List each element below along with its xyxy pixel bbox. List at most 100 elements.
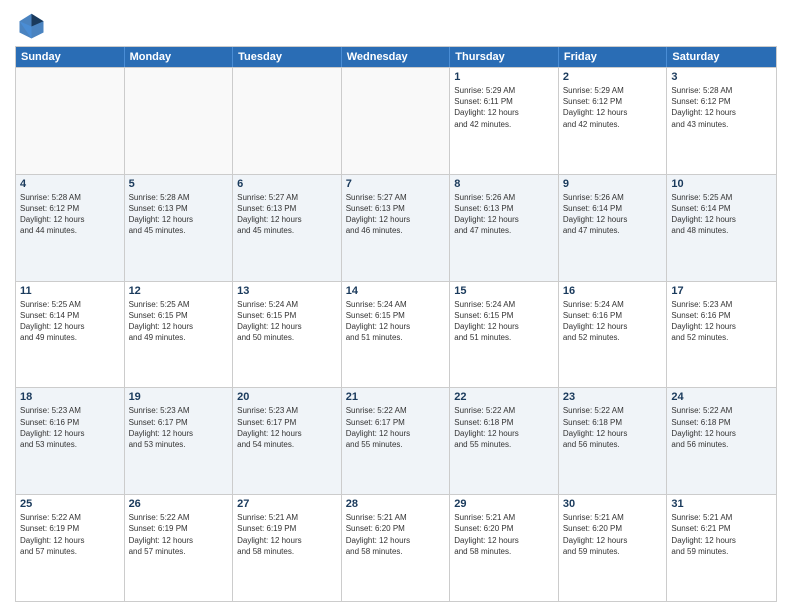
day-number: 15 [454, 285, 554, 297]
day-info: Sunrise: 5:21 AM Sunset: 6:20 PM Dayligh… [563, 512, 663, 557]
day-number: 21 [346, 391, 446, 403]
day-cell-3: 3 Sunrise: 5:28 AM Sunset: 6:12 PM Daylig… [667, 68, 776, 174]
day-info: Sunrise: 5:25 AM Sunset: 6:14 PM Dayligh… [20, 299, 120, 344]
day-info: Sunrise: 5:22 AM Sunset: 6:18 PM Dayligh… [563, 405, 663, 450]
calendar-body: 1 Sunrise: 5:29 AM Sunset: 6:11 PM Daylig… [16, 67, 776, 601]
day-header-wednesday: Wednesday [342, 47, 451, 67]
header [15, 10, 777, 40]
week-row-1: 4 Sunrise: 5:28 AM Sunset: 6:12 PM Daylig… [16, 174, 776, 281]
day-cell-28: 28 Sunrise: 5:21 AM Sunset: 6:20 PM Dayli… [342, 495, 451, 601]
page: SundayMondayTuesdayWednesdayThursdayFrid… [0, 0, 792, 612]
day-header-friday: Friday [559, 47, 668, 67]
day-info: Sunrise: 5:23 AM Sunset: 6:16 PM Dayligh… [20, 405, 120, 450]
day-info: Sunrise: 5:22 AM Sunset: 6:18 PM Dayligh… [671, 405, 772, 450]
day-cell-22: 22Sunrise: 5:22 AM Sunset: 6:18 PM Dayli… [450, 388, 559, 494]
day-info: Sunrise: 5:24 AM Sunset: 6:15 PM Dayligh… [237, 299, 337, 344]
empty-day-cell [233, 68, 342, 174]
day-number: 9 [563, 178, 663, 190]
day-number: 6 [237, 178, 337, 190]
day-number: 13 [237, 285, 337, 297]
day-cell-10: 10Sunrise: 5:25 AM Sunset: 6:14 PM Dayli… [667, 175, 776, 281]
day-cell-25: 25 Sunrise: 5:22 AM Sunset: 6:19 PM Dayli… [16, 495, 125, 601]
day-number: 19 [129, 391, 229, 403]
day-cell-6: 6Sunrise: 5:27 AM Sunset: 6:13 PM Daylig… [233, 175, 342, 281]
day-cell-9: 9 Sunrise: 5:26 AM Sunset: 6:14 PM Daylig… [559, 175, 668, 281]
logo [15, 10, 49, 40]
day-info: Sunrise: 5:22 AM Sunset: 6:18 PM Dayligh… [454, 405, 554, 450]
day-info: Sunrise: 5:21 AM Sunset: 6:20 PM Dayligh… [346, 512, 446, 557]
day-info: Sunrise: 5:28 AM Sunset: 6:13 PM Dayligh… [129, 192, 229, 237]
day-info: Sunrise: 5:29 AM Sunset: 6:11 PM Dayligh… [454, 85, 554, 130]
day-number: 20 [237, 391, 337, 403]
day-cell-14: 14 Sunrise: 5:24 AM Sunset: 6:15 PM Dayli… [342, 282, 451, 388]
day-info: Sunrise: 5:21 AM Sunset: 6:19 PM Dayligh… [237, 512, 337, 557]
day-number: 1 [454, 71, 554, 83]
logo-icon [15, 10, 45, 40]
day-number: 23 [563, 391, 663, 403]
day-info: Sunrise: 5:21 AM Sunset: 6:20 PM Dayligh… [454, 512, 554, 557]
day-info: Sunrise: 5:27 AM Sunset: 6:13 PM Dayligh… [346, 192, 446, 237]
day-number: 2 [563, 71, 663, 83]
day-info: Sunrise: 5:23 AM Sunset: 6:16 PM Dayligh… [671, 299, 772, 344]
day-number: 11 [20, 285, 120, 297]
day-number: 4 [20, 178, 120, 190]
day-info: Sunrise: 5:26 AM Sunset: 6:13 PM Dayligh… [454, 192, 554, 237]
day-info: Sunrise: 5:25 AM Sunset: 6:14 PM Dayligh… [671, 192, 772, 237]
day-number: 25 [20, 498, 120, 510]
day-header-thursday: Thursday [450, 47, 559, 67]
day-info: Sunrise: 5:28 AM Sunset: 6:12 PM Dayligh… [20, 192, 120, 237]
day-cell-12: 12 Sunrise: 5:25 AM Sunset: 6:15 PM Dayli… [125, 282, 234, 388]
day-cell-24: 24 Sunrise: 5:22 AM Sunset: 6:18 PM Dayli… [667, 388, 776, 494]
day-number: 16 [563, 285, 663, 297]
day-cell-11: 11 Sunrise: 5:25 AM Sunset: 6:14 PM Dayli… [16, 282, 125, 388]
day-info: Sunrise: 5:22 AM Sunset: 6:19 PM Dayligh… [129, 512, 229, 557]
day-info: Sunrise: 5:24 AM Sunset: 6:16 PM Dayligh… [563, 299, 663, 344]
week-row-2: 11 Sunrise: 5:25 AM Sunset: 6:14 PM Dayli… [16, 281, 776, 388]
day-cell-13: 13 Sunrise: 5:24 AM Sunset: 6:15 PM Dayli… [233, 282, 342, 388]
day-header-saturday: Saturday [667, 47, 776, 67]
day-number: 17 [671, 285, 772, 297]
day-cell-5: 5 Sunrise: 5:28 AM Sunset: 6:13 PM Daylig… [125, 175, 234, 281]
day-info: Sunrise: 5:23 AM Sunset: 6:17 PM Dayligh… [129, 405, 229, 450]
day-number: 28 [346, 498, 446, 510]
week-row-4: 25 Sunrise: 5:22 AM Sunset: 6:19 PM Dayli… [16, 494, 776, 601]
day-header-tuesday: Tuesday [233, 47, 342, 67]
day-cell-20: 20 Sunrise: 5:23 AM Sunset: 6:17 PM Dayli… [233, 388, 342, 494]
empty-day-cell [16, 68, 125, 174]
calendar: SundayMondayTuesdayWednesdayThursdayFrid… [15, 46, 777, 602]
day-info: Sunrise: 5:29 AM Sunset: 6:12 PM Dayligh… [563, 85, 663, 130]
day-cell-27: 27 Sunrise: 5:21 AM Sunset: 6:19 PM Dayli… [233, 495, 342, 601]
day-cell-29: 29Sunrise: 5:21 AM Sunset: 6:20 PM Dayli… [450, 495, 559, 601]
day-number: 27 [237, 498, 337, 510]
day-number: 14 [346, 285, 446, 297]
day-number: 31 [671, 498, 772, 510]
day-cell-26: 26 Sunrise: 5:22 AM Sunset: 6:19 PM Dayli… [125, 495, 234, 601]
day-info: Sunrise: 5:21 AM Sunset: 6:21 PM Dayligh… [671, 512, 772, 557]
day-info: Sunrise: 5:26 AM Sunset: 6:14 PM Dayligh… [563, 192, 663, 237]
week-row-3: 18Sunrise: 5:23 AM Sunset: 6:16 PM Dayli… [16, 387, 776, 494]
day-cell-16: 16 Sunrise: 5:24 AM Sunset: 6:16 PM Dayli… [559, 282, 668, 388]
day-info: Sunrise: 5:23 AM Sunset: 6:17 PM Dayligh… [237, 405, 337, 450]
day-cell-18: 18Sunrise: 5:23 AM Sunset: 6:16 PM Dayli… [16, 388, 125, 494]
day-info: Sunrise: 5:24 AM Sunset: 6:15 PM Dayligh… [346, 299, 446, 344]
day-number: 3 [671, 71, 772, 83]
day-cell-30: 30 Sunrise: 5:21 AM Sunset: 6:20 PM Dayli… [559, 495, 668, 601]
day-info: Sunrise: 5:22 AM Sunset: 6:19 PM Dayligh… [20, 512, 120, 557]
empty-day-cell [125, 68, 234, 174]
day-cell-15: 15Sunrise: 5:24 AM Sunset: 6:15 PM Dayli… [450, 282, 559, 388]
day-number: 12 [129, 285, 229, 297]
day-headers: SundayMondayTuesdayWednesdayThursdayFrid… [16, 47, 776, 67]
day-info: Sunrise: 5:28 AM Sunset: 6:12 PM Dayligh… [671, 85, 772, 130]
day-cell-7: 7 Sunrise: 5:27 AM Sunset: 6:13 PM Daylig… [342, 175, 451, 281]
empty-day-cell [342, 68, 451, 174]
day-cell-19: 19 Sunrise: 5:23 AM Sunset: 6:17 PM Dayli… [125, 388, 234, 494]
day-number: 26 [129, 498, 229, 510]
week-row-0: 1 Sunrise: 5:29 AM Sunset: 6:11 PM Daylig… [16, 67, 776, 174]
day-number: 30 [563, 498, 663, 510]
day-number: 7 [346, 178, 446, 190]
day-cell-8: 8Sunrise: 5:26 AM Sunset: 6:13 PM Daylig… [450, 175, 559, 281]
day-number: 24 [671, 391, 772, 403]
day-info: Sunrise: 5:25 AM Sunset: 6:15 PM Dayligh… [129, 299, 229, 344]
day-number: 5 [129, 178, 229, 190]
day-info: Sunrise: 5:22 AM Sunset: 6:17 PM Dayligh… [346, 405, 446, 450]
